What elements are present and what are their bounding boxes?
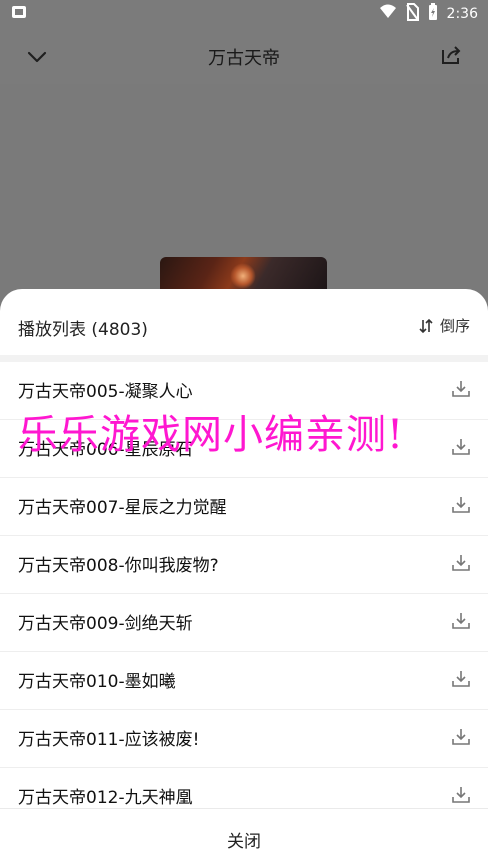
download-icon[interactable] <box>450 668 472 690</box>
divider <box>0 355 488 362</box>
episode-title: 万古天帝005-凝聚人心 <box>18 382 193 402</box>
download-icon[interactable] <box>450 378 472 400</box>
download-icon[interactable] <box>450 610 472 632</box>
download-icon[interactable] <box>450 436 472 458</box>
episode-title: 万古天帝012-九天神凰 <box>18 788 193 808</box>
sort-icon <box>419 318 433 333</box>
list-item[interactable]: 万古天帝009-剑绝天斩 <box>0 594 488 652</box>
list-item[interactable]: 万古天帝010-墨如曦 <box>0 652 488 710</box>
close-button[interactable]: 关闭 <box>0 827 488 852</box>
download-icon[interactable] <box>450 494 472 516</box>
watermark-text: 乐乐游戏网小编亲测! <box>18 412 405 458</box>
episode-title: 万古天帝010-墨如曦 <box>18 672 176 692</box>
battery-icon <box>427 3 439 25</box>
no-sim-icon <box>405 3 419 25</box>
playlist-title: 播放列表 (4803) <box>18 320 148 340</box>
sort-label: 倒序 <box>439 317 470 335</box>
page-title: 万古天帝 <box>208 48 280 69</box>
notification-icon <box>10 4 28 22</box>
sheet-footer: 关闭 <box>0 808 488 867</box>
list-item[interactable]: 万古天帝012-九天神凰 <box>0 768 488 808</box>
download-icon[interactable] <box>450 784 472 806</box>
status-bar: 2:36 <box>0 0 488 28</box>
list-item[interactable]: 万古天帝011-应该被废! <box>0 710 488 768</box>
share-icon <box>442 46 461 64</box>
list-item[interactable]: 万古天帝008-你叫我废物? <box>0 536 488 594</box>
top-app-bar: 万古天帝 <box>0 28 488 85</box>
download-icon[interactable] <box>450 552 472 574</box>
episode-title: 万古天帝009-剑绝天斩 <box>18 614 193 634</box>
episode-title: 万古天帝011-应该被废! <box>18 730 200 750</box>
playlist-header: 播放列表 (4803) 倒序 <box>0 289 488 359</box>
sort-order-button[interactable]: 倒序 <box>418 315 470 336</box>
playlist-sheet: 播放列表 (4803) 倒序 万古天帝005-凝聚人心 万古天帝006-星辰原石… <box>0 289 488 867</box>
list-item[interactable]: 万古天帝007-星辰之力觉醒 <box>0 478 488 536</box>
download-icon[interactable] <box>450 726 472 748</box>
episode-title: 万古天帝008-你叫我废物? <box>18 556 219 576</box>
status-time: 2:36 <box>446 6 478 22</box>
episode-title: 万古天帝007-星辰之力觉醒 <box>18 498 227 518</box>
share-button[interactable] <box>438 42 464 68</box>
wifi-icon <box>379 4 397 24</box>
